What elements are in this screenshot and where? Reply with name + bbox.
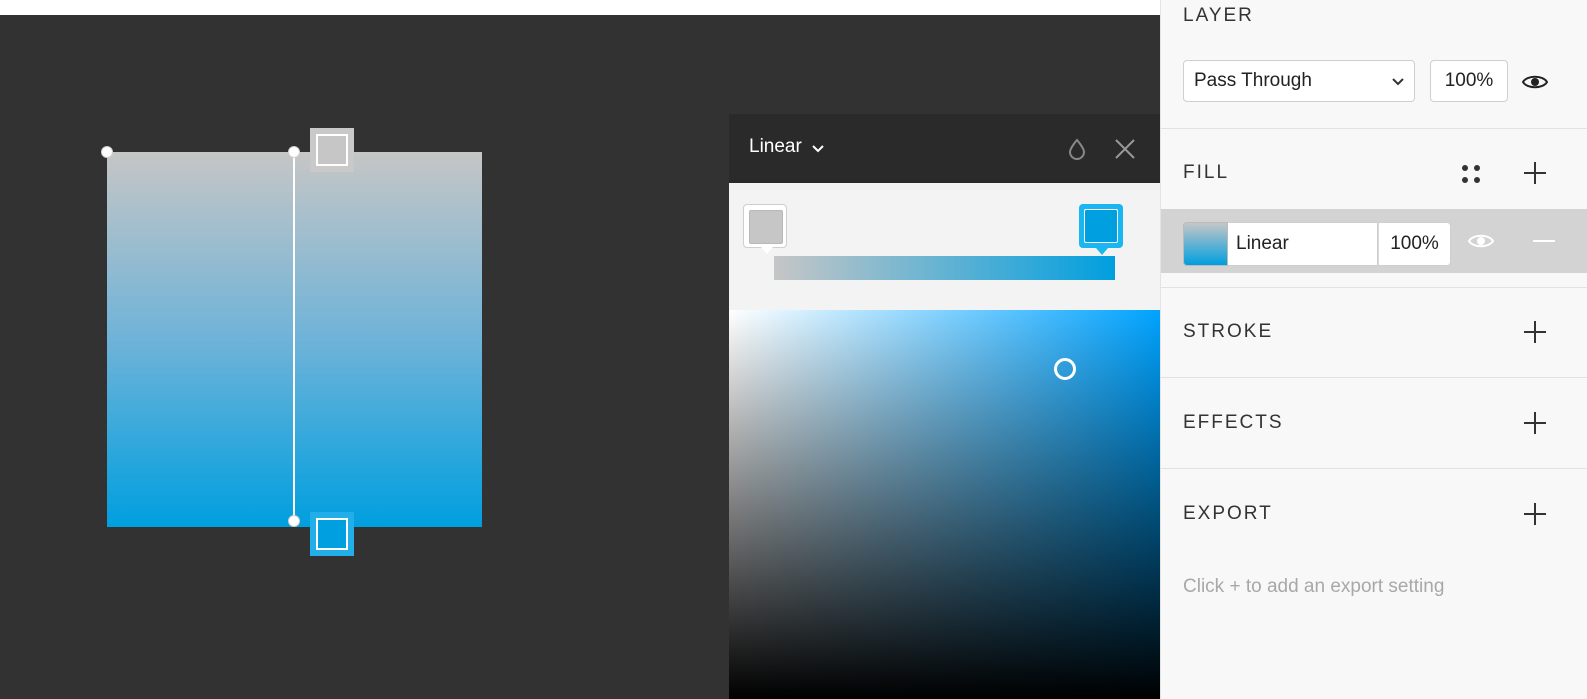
stop-color-start xyxy=(749,210,783,244)
color-cursor[interactable] xyxy=(1054,358,1076,380)
gradient-type-dropdown[interactable]: Linear xyxy=(749,136,824,158)
drop-icon[interactable] xyxy=(1067,138,1087,160)
corner-handle-top-left[interactable] xyxy=(101,146,113,158)
close-icon[interactable] xyxy=(1114,138,1136,160)
export-hint: Click + to add an export setting xyxy=(1183,576,1445,597)
fill-color-chip[interactable] xyxy=(1183,222,1228,266)
gradient-end-dot[interactable] xyxy=(288,515,300,527)
add-export-plus-icon[interactable] xyxy=(1524,503,1546,525)
chevron-down-icon xyxy=(812,142,824,156)
properties-panel: LAYER Pass Through 100% FILL Linear 100%… xyxy=(1160,0,1587,699)
gradient-bar[interactable] xyxy=(774,256,1115,280)
blend-mode-select[interactable]: Pass Through xyxy=(1183,60,1415,102)
eye-icon[interactable] xyxy=(1467,232,1495,250)
layer-opacity-input[interactable]: 100% xyxy=(1430,60,1508,102)
eye-icon[interactable] xyxy=(1521,73,1549,91)
gradient-end-stop-swatch xyxy=(316,518,348,550)
four-dots-icon[interactable] xyxy=(1461,164,1481,184)
stop-swatch-start[interactable] xyxy=(743,204,787,254)
minus-icon[interactable] xyxy=(1533,240,1555,242)
export-section-title: EXPORT xyxy=(1183,503,1273,524)
divider xyxy=(1161,468,1587,469)
divider xyxy=(1161,287,1587,288)
add-fill-plus-icon[interactable] xyxy=(1524,162,1546,184)
stroke-section-title: STROKE xyxy=(1183,321,1274,342)
divider xyxy=(1161,377,1587,378)
fill-opacity-input[interactable]: 100% xyxy=(1378,222,1451,266)
gradient-end-stop-handle[interactable] xyxy=(310,512,354,556)
stop-pointer xyxy=(761,247,773,254)
canvas[interactable]: Linear xyxy=(0,15,1160,699)
blend-mode-value: Pass Through xyxy=(1194,70,1312,91)
stop-color-end xyxy=(1084,209,1118,243)
fill-type-label[interactable]: Linear xyxy=(1228,222,1378,266)
add-stroke-plus-icon[interactable] xyxy=(1524,321,1546,343)
gradient-stops-area xyxy=(729,183,1160,311)
saturation-value-area[interactable] xyxy=(729,310,1160,699)
stop-swatch-end[interactable] xyxy=(1079,204,1123,255)
gradient-axis-line[interactable] xyxy=(293,152,295,527)
fill-section-title: FILL xyxy=(1183,162,1230,183)
layer-section-title: LAYER xyxy=(1183,5,1254,26)
gradient-start-dot[interactable] xyxy=(288,146,300,158)
effects-section-title: EFFECTS xyxy=(1183,412,1284,433)
add-effect-plus-icon[interactable] xyxy=(1524,412,1546,434)
fill-row[interactable]: Linear 100% xyxy=(1161,209,1587,273)
color-picker-popup: Linear xyxy=(729,114,1160,699)
gradient-start-stop-handle[interactable] xyxy=(310,128,354,172)
gradient-start-stop-swatch xyxy=(316,134,348,166)
picker-header: Linear xyxy=(729,114,1160,183)
divider xyxy=(1161,128,1587,129)
stop-pointer xyxy=(1096,248,1108,255)
gradient-type-label: Linear xyxy=(749,136,802,157)
chevron-down-icon xyxy=(1392,70,1404,92)
